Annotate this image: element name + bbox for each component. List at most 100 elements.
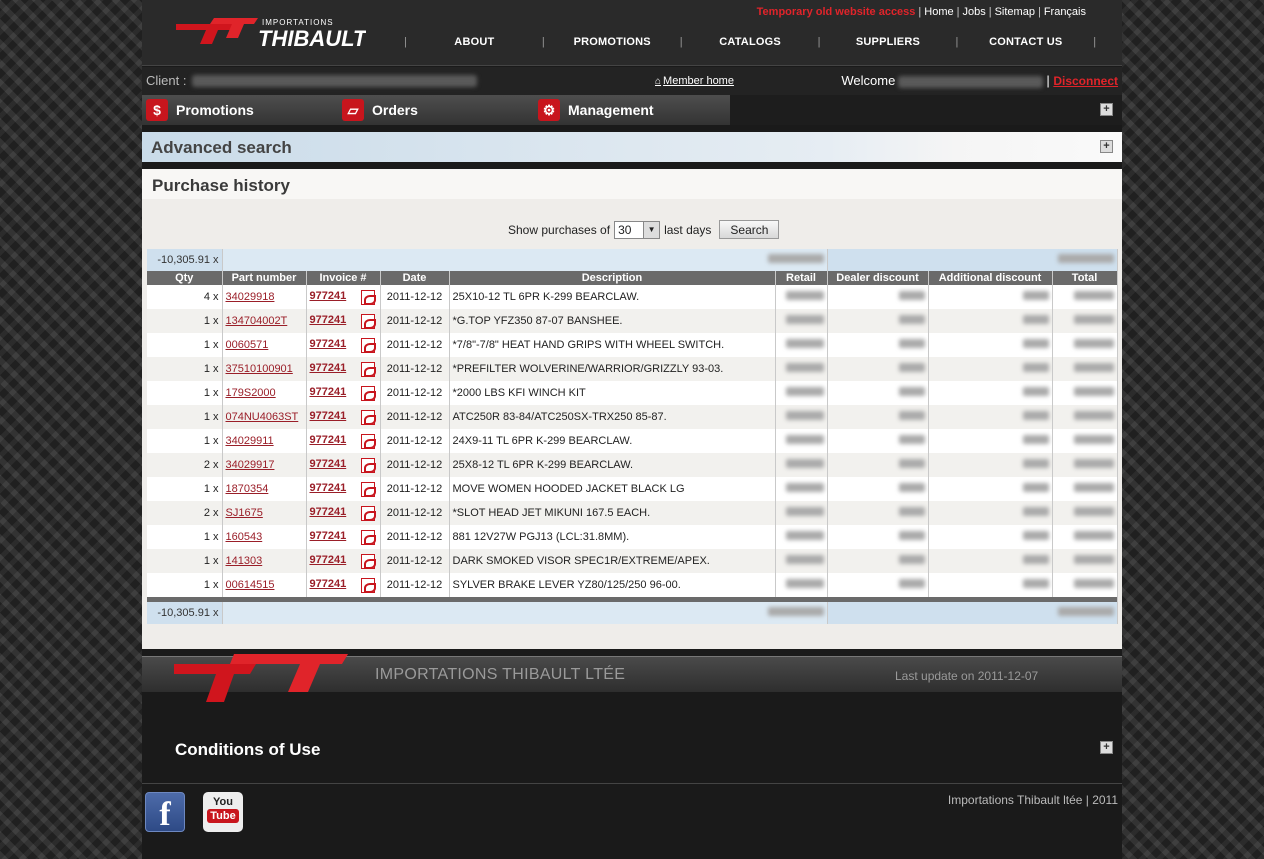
youtube-icon[interactable]: You Tube	[203, 792, 243, 832]
invoice-link[interactable]: 977241	[310, 506, 347, 518]
thibault-logo[interactable]: IMPORTATIONS THIBAULT	[174, 16, 366, 50]
pdf-icon[interactable]	[360, 505, 376, 521]
total-redacted	[1073, 459, 1114, 468]
disconnect-link[interactable]: Disconnect	[1053, 74, 1118, 88]
facebook-icon[interactable]: f	[145, 792, 185, 833]
additional-discount-redacted	[1022, 579, 1049, 588]
invoice-link[interactable]: 977241	[310, 554, 347, 566]
row-qty: 1 x	[147, 333, 223, 357]
pdf-icon[interactable]	[360, 409, 376, 425]
pdf-icon[interactable]	[360, 553, 376, 569]
part-number-link[interactable]: 34029911	[226, 435, 274, 447]
row-qty: 1 x	[147, 381, 223, 405]
col-retail[interactable]: Retail	[775, 271, 828, 285]
total-redacted	[1073, 555, 1114, 564]
additional-discount-redacted	[1022, 387, 1049, 396]
invoice-link[interactable]: 977241	[310, 530, 347, 542]
nav-catalogs[interactable]: CATALOGS	[683, 36, 818, 48]
row-date: 2011-12-12	[380, 477, 450, 501]
row-date: 2011-12-12	[380, 453, 450, 477]
invoice-link[interactable]: 977241	[310, 434, 347, 446]
col-invoice[interactable]: Invoice #	[306, 271, 381, 285]
part-number-link[interactable]: 00614515	[226, 579, 275, 591]
member-menu: $ Promotions ▱ Orders ⚙ Management +	[142, 95, 1122, 125]
invoice-link[interactable]: 977241	[310, 290, 347, 302]
pdf-icon[interactable]	[360, 433, 376, 449]
invoice-link[interactable]: 977241	[310, 410, 347, 422]
pdf-icon[interactable]	[360, 313, 376, 329]
conditions-expand-icon[interactable]: +	[1100, 741, 1113, 754]
conditions-of-use-link[interactable]: Conditions of Use	[175, 740, 320, 760]
invoice-link[interactable]: 977241	[310, 482, 347, 494]
days-select[interactable]: 30 ▼	[614, 220, 661, 239]
old-website-link[interactable]: Temporary old website access	[757, 6, 916, 18]
summary-retail-redacted	[767, 254, 824, 263]
part-number-link[interactable]: 134704002T	[226, 315, 288, 327]
client-bar: Client : ⌂ Member home Welcome | Disconnec…	[142, 67, 1122, 95]
menu-management[interactable]: ⚙ Management	[534, 95, 730, 125]
part-number-link[interactable]: 0060571	[226, 339, 269, 351]
invoice-link[interactable]: 977241	[310, 314, 347, 326]
invoice-link[interactable]: 977241	[310, 458, 347, 470]
member-menu-expand-icon[interactable]: +	[1100, 103, 1113, 116]
total-redacted	[1073, 411, 1114, 420]
invoice-link[interactable]: 977241	[310, 362, 347, 374]
part-number-link[interactable]: 37510100901	[226, 363, 293, 375]
col-qty[interactable]: Qty	[147, 271, 223, 285]
home-link[interactable]: Home	[924, 6, 953, 18]
dollar-icon: $	[146, 99, 168, 121]
member-home-link[interactable]: ⌂ Member home	[655, 75, 734, 87]
menu-promotions[interactable]: $ Promotions	[142, 95, 338, 125]
eraser-icon: ▱	[342, 99, 364, 121]
col-additional-discount[interactable]: Additional discount	[928, 271, 1053, 285]
row-description: 24X9-11 TL 6PR K-299 BEARCLAW.	[449, 429, 776, 453]
col-description[interactable]: Description	[449, 271, 776, 285]
part-number-link[interactable]: 160543	[226, 531, 263, 543]
menu-orders[interactable]: ▱ Orders	[338, 95, 534, 125]
col-dealer-discount[interactable]: Dealer discount	[827, 271, 929, 285]
dealer-discount-redacted	[898, 291, 925, 300]
additional-discount-redacted	[1022, 483, 1049, 492]
part-number-link[interactable]: 34029918	[226, 291, 275, 303]
page-wrapper: IMPORTATIONS THIBAULT Temporary old webs…	[142, 0, 1122, 859]
advanced-search-expand-icon[interactable]: +	[1100, 140, 1113, 153]
table-row: 1 x 141303 977241 2011-12-12 DARK SMOKED VIS…	[147, 549, 1118, 573]
part-number-link[interactable]: 34029917	[226, 459, 275, 471]
table-row: 2 x SJ1675 977241 2011-12-12 *SLOT HEAD JET …	[147, 501, 1118, 525]
language-link[interactable]: Français	[1044, 6, 1086, 18]
invoice-link[interactable]: 977241	[310, 386, 347, 398]
col-part-number[interactable]: Part number	[222, 271, 307, 285]
pdf-icon[interactable]	[360, 577, 376, 593]
col-total[interactable]: Total	[1052, 271, 1118, 285]
row-qty: 1 x	[147, 405, 223, 429]
pdf-icon[interactable]	[360, 457, 376, 473]
invoice-link[interactable]: 977241	[310, 338, 347, 350]
pdf-icon[interactable]	[360, 289, 376, 305]
sitemap-link[interactable]: Sitemap	[995, 6, 1035, 18]
row-date: 2011-12-12	[380, 333, 450, 357]
pdf-icon[interactable]	[360, 529, 376, 545]
dealer-discount-redacted	[898, 507, 925, 516]
part-number-link[interactable]: 1870354	[226, 483, 269, 495]
jobs-link[interactable]: Jobs	[962, 6, 985, 18]
pdf-icon[interactable]	[360, 481, 376, 497]
nav-suppliers[interactable]: SUPPLIERS	[820, 36, 955, 48]
part-number-link[interactable]: 179S2000	[226, 387, 276, 399]
nav-promotions[interactable]: PROMOTIONS	[545, 36, 680, 48]
part-number-link[interactable]: SJ1675	[226, 507, 263, 519]
part-number-link[interactable]: 141303	[226, 555, 263, 567]
nav-contact-us[interactable]: CONTACT US	[958, 36, 1093, 48]
col-date[interactable]: Date	[380, 271, 450, 285]
total-redacted	[1073, 387, 1114, 396]
summary-total-redacted	[1057, 254, 1114, 263]
part-number-link[interactable]: 074NU4063ST	[226, 411, 299, 423]
pdf-icon[interactable]	[360, 337, 376, 353]
advanced-search-panel[interactable]: Advanced search +	[142, 132, 1122, 162]
pdf-icon[interactable]	[360, 361, 376, 377]
dealer-discount-redacted	[898, 555, 925, 564]
dealer-discount-redacted	[898, 363, 925, 372]
invoice-link[interactable]: 977241	[310, 578, 347, 590]
pdf-icon[interactable]	[360, 385, 376, 401]
search-button[interactable]: Search	[719, 220, 780, 239]
nav-about[interactable]: ABOUT	[407, 36, 542, 48]
